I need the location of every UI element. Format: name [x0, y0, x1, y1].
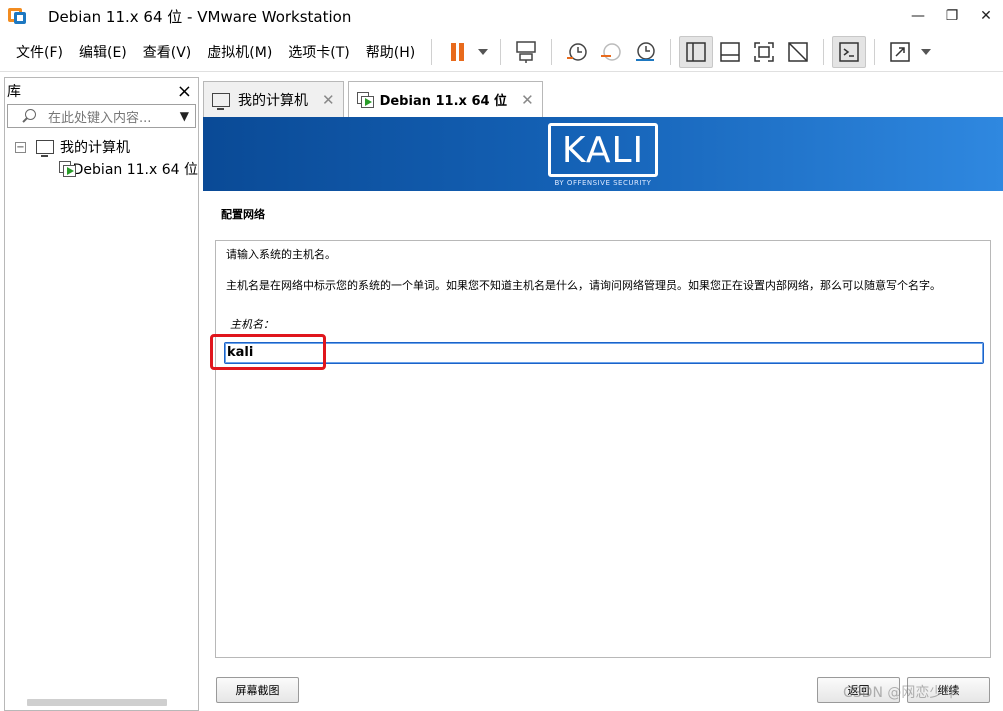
kali-banner: KALI BY OFFENSIVE SECURITY [203, 117, 1003, 191]
menu-help[interactable]: 帮助(H) [358, 42, 423, 62]
fullscreen-icon [754, 41, 774, 62]
horizontal-scrollbar[interactable] [27, 699, 167, 706]
menu-view[interactable]: 查看(V) [135, 42, 200, 62]
vm-console[interactable]: KALI BY OFFENSIVE SECURITY 配置网络 请输入系统的主机… [203, 117, 1003, 711]
snapshot-manager-icon [636, 41, 655, 61]
tree-item-debian-vm[interactable]: Debian 11.x 64 位 [5, 158, 198, 180]
tab-my-computer[interactable]: 我的计算机 ✕ [203, 81, 344, 117]
tab-label: 我的计算机 [238, 92, 308, 109]
minimize-button[interactable]: — [901, 0, 935, 32]
snapshot-manager-button[interactable] [628, 36, 662, 68]
console-view-button[interactable] [832, 35, 867, 68]
menu-edit[interactable]: 编辑(E) [71, 42, 135, 62]
collapse-icon[interactable]: − [15, 141, 26, 153]
chevron-down-icon [921, 48, 932, 55]
monitor-icon [36, 140, 54, 157]
hostname-label: 主机名： [230, 318, 274, 331]
stretch-view-button[interactable] [883, 36, 917, 68]
toolbar-separator [823, 38, 825, 65]
search-icon [22, 109, 36, 123]
terminal-icon [839, 41, 859, 62]
toolbar-separator [670, 38, 672, 65]
close-window-button[interactable]: ✕ [969, 0, 1003, 32]
stretch-dropdown-button[interactable] [917, 36, 935, 68]
send-ctrl-alt-del-button[interactable] [509, 36, 543, 68]
vm-running-icon [59, 161, 76, 177]
watermark: CSDN @网恋少年 [843, 685, 958, 701]
revert-snapshot-button[interactable] [594, 36, 628, 68]
snapshot-clock-icon [567, 42, 587, 61]
chevron-down-icon [478, 48, 489, 55]
library-search-input[interactable]: 在此处键入内容... ▼ [7, 104, 196, 128]
pause-icon [450, 42, 464, 61]
toolbar-separator [500, 38, 502, 65]
tree-item-my-computer[interactable]: − 我的计算机 [5, 136, 198, 158]
tab-debian-vm[interactable]: Debian 11.x 64 位 ✕ [347, 81, 543, 117]
tab-close-icon[interactable]: ✕ [521, 91, 534, 109]
highlight-annotation [210, 334, 326, 370]
tab-bar: 我的计算机 ✕ Debian 11.x 64 位 ✕ [203, 81, 547, 117]
power-dropdown-button[interactable] [474, 36, 492, 68]
thumbnail-bar-button[interactable] [713, 36, 747, 68]
menu-vm[interactable]: 虚拟机(M) [199, 42, 280, 62]
description-text: 主机名是在网络中标示您的系统的一个单词。如果您不知道主机名是什么，请询问网络管理… [226, 279, 941, 292]
send-keys-icon [516, 40, 536, 63]
bottom-panel-icon [720, 41, 740, 62]
window-title: Debian 11.x 64 位 - VMware Workstation [48, 7, 352, 26]
stretch-icon [890, 41, 910, 62]
kali-logo: KALI [548, 123, 658, 177]
hostname-input[interactable]: kali [224, 342, 984, 364]
show-library-button[interactable] [679, 35, 714, 68]
menu-toolbar: 文件(F) 编辑(E) 查看(V) 虚拟机(M) 选项卡(T) 帮助(H) [0, 32, 1003, 72]
menu-file[interactable]: 文件(F) [8, 42, 71, 62]
section-title: 配置网络 [221, 208, 265, 221]
tab-label: Debian 11.x 64 位 [379, 94, 508, 109]
snapshot-button[interactable] [560, 36, 594, 68]
monitor-icon [212, 92, 230, 110]
toolbar-separator [551, 38, 553, 65]
screenshot-button[interactable]: 屏幕截图 [216, 677, 299, 703]
kali-logo-subtitle: BY OFFENSIVE SECURITY [554, 179, 652, 187]
pause-vm-button[interactable] [440, 36, 474, 68]
toolbar-separator [874, 38, 876, 65]
installer-panel: 请输入系统的主机名。 主机名是在网络中标示您的系统的一个单词。如果您不知道主机名… [215, 240, 991, 658]
unity-mode-button[interactable] [781, 36, 815, 68]
vmware-logo-icon [8, 6, 28, 26]
sidebar-layout-icon [686, 41, 706, 62]
vm-running-icon [356, 91, 375, 108]
restore-button[interactable]: ❐ [935, 0, 969, 32]
toolbar-separator [431, 38, 433, 65]
title-bar: Debian 11.x 64 位 - VMware Workstation — … [0, 0, 1003, 32]
library-panel: 库 × 在此处键入内容... ▼ − 我的计算机 Debian 11.x 64 … [4, 77, 199, 711]
tree-item-label: Debian 11.x 64 位 [72, 162, 198, 178]
fullscreen-button[interactable] [747, 36, 781, 68]
search-placeholder: 在此处键入内容... [48, 110, 152, 126]
menu-tabs[interactable]: 选项卡(T) [280, 42, 357, 62]
library-title: 库 [7, 84, 21, 100]
tree-item-label: 我的计算机 [60, 140, 130, 156]
unity-off-icon [788, 41, 808, 62]
search-dropdown-icon[interactable]: ▼ [180, 109, 189, 123]
library-close-button[interactable]: × [177, 81, 192, 102]
tab-close-icon[interactable]: ✕ [322, 91, 335, 109]
library-tree: − 我的计算机 Debian 11.x 64 位 [5, 136, 198, 180]
prompt-text: 请输入系统的主机名。 [226, 248, 336, 261]
revert-clock-icon [601, 42, 621, 61]
